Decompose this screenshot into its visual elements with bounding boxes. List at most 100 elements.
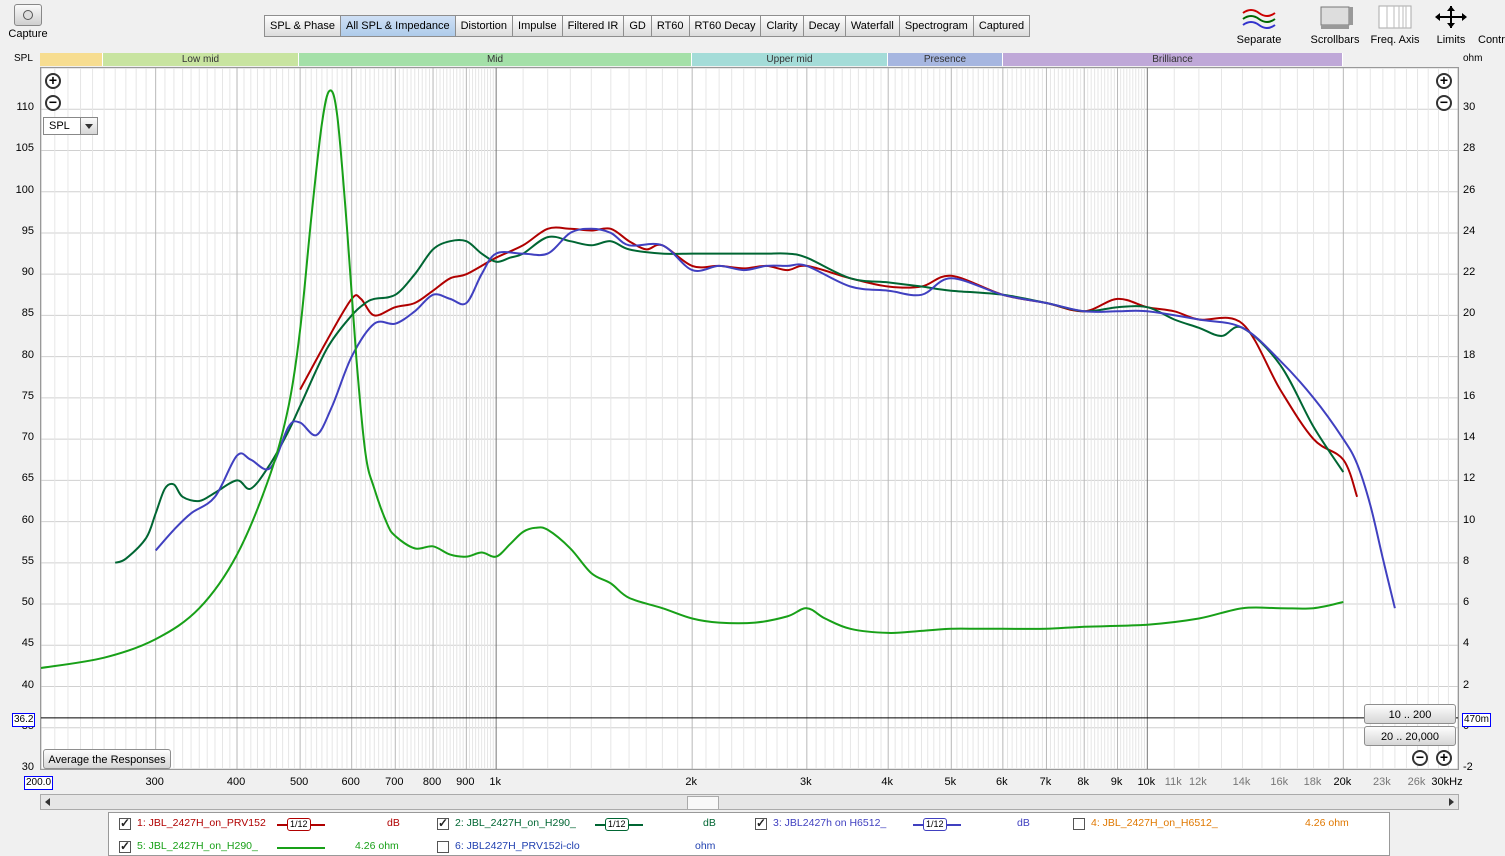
freq-axis-icon — [1368, 4, 1422, 30]
limits-button[interactable]: Limits — [1430, 4, 1472, 46]
x-tick-label: 5k — [944, 776, 957, 788]
plot-area[interactable] — [40, 67, 1459, 770]
scroll-right-icon[interactable] — [1449, 798, 1454, 806]
zoom-in-right-icon[interactable]: + — [1436, 73, 1452, 89]
x-tick-label: 400 — [226, 776, 246, 788]
tab-filtered-ir[interactable]: Filtered IR — [561, 15, 625, 37]
x-tick-label: 4k — [881, 776, 893, 788]
y2-tick-label: 28 — [1463, 142, 1476, 155]
y2-tick-label: 30 — [1463, 101, 1476, 114]
left-axis-title: SPL — [14, 53, 33, 64]
average-responses-button[interactable]: Average the Responses — [43, 749, 171, 769]
legend-unit-3: dB — [1017, 817, 1030, 829]
y2-tick-label: 8 — [1463, 554, 1470, 567]
left-cursor-value: 36.2 — [12, 713, 36, 727]
range-10-200-button[interactable]: 10 .. 200 — [1364, 704, 1456, 724]
scrollbars-label: Scrollbars — [1310, 34, 1360, 46]
series-line-2 — [114, 235, 1345, 564]
legend-checkbox-3[interactable] — [755, 816, 767, 830]
separate-icon — [1233, 4, 1285, 30]
legend-label-3: 3: JBL2427h on H6512_ — [773, 817, 887, 829]
x-tick-label: 6k — [996, 776, 1008, 788]
zoom-out-left-icon[interactable]: − — [45, 95, 61, 111]
x-tick-label: 18k — [1303, 776, 1322, 788]
tab-captured[interactable]: Captured — [972, 15, 1031, 37]
scroll-left-icon[interactable] — [45, 798, 50, 806]
tab-spectrogram[interactable]: Spectrogram — [898, 15, 974, 37]
y2-tick-label: 6 — [1463, 596, 1470, 609]
y-tick-label: 55 — [21, 554, 34, 567]
y2-tick-label: 10 — [1463, 513, 1476, 526]
y2-tick-label: 22 — [1463, 266, 1476, 279]
tab-all-spl-impedance[interactable]: All SPL & Impedance — [340, 15, 456, 37]
x-tick-label: 16k — [1270, 776, 1289, 788]
x-tick-label: 7k — [1039, 776, 1052, 788]
x-tick-label: 26k — [1407, 776, 1426, 788]
legend-panel: 1: JBL_2427H_on_PRV152 1/12 dB 2: JBL_2427H… — [108, 812, 1390, 856]
limits-label: Limits — [1436, 34, 1466, 46]
x-tick-label: 10k — [1137, 776, 1156, 788]
scrollbars-button[interactable]: Scrollbars — [1306, 4, 1364, 46]
freq-axis-button[interactable]: Freq. Axis — [1368, 4, 1422, 46]
y-tick-label: 85 — [21, 307, 34, 320]
controls-button[interactable]: Contr — [1478, 4, 1505, 46]
tab-impulse[interactable]: Impulse — [512, 15, 563, 37]
y-tick-label: 30 — [21, 761, 34, 773]
tab-rt60[interactable]: RT60 — [650, 15, 690, 37]
legend-checkbox-1[interactable] — [119, 816, 131, 830]
y-tick-label: 50 — [21, 596, 34, 609]
band-upper-mid: Upper mid — [692, 53, 888, 66]
y-tick-label: 95 — [21, 224, 34, 237]
tab-waterfall[interactable]: Waterfall — [844, 15, 900, 37]
tab-rt60-decay[interactable]: RT60 Decay — [688, 15, 762, 37]
x-tick-label: 20k — [1333, 776, 1352, 788]
right-axis-title: ohm — [1463, 53, 1483, 64]
tab-clarity[interactable]: Clarity — [760, 15, 804, 37]
freq-axis-label: Freq. Axis — [1370, 34, 1420, 46]
y2-tick-label: 26 — [1463, 183, 1476, 196]
x-tick-label: 300 — [145, 776, 164, 788]
capture-button[interactable]: Capture — [6, 4, 50, 40]
spl-selector[interactable]: SPL — [43, 117, 98, 135]
x-tick-label: 500 — [289, 776, 309, 788]
tab-gd[interactable]: GD — [623, 15, 652, 37]
tab-decay[interactable]: Decay — [802, 15, 846, 37]
y-tick-label: 105 — [15, 142, 34, 155]
legend-swatch-5 — [277, 847, 325, 849]
y2-tick-label: 14 — [1463, 431, 1476, 444]
smoothing-badge-3[interactable]: 1/12 — [923, 818, 947, 831]
y2-tick-label: 2 — [1463, 678, 1470, 691]
legend-label-6: 6: JBL2427H_PRV152i-clo — [455, 840, 580, 852]
x-tick-label: 23k — [1372, 776, 1391, 788]
legend-checkbox-5[interactable] — [119, 839, 131, 853]
x-tick-label: 2k — [685, 776, 697, 788]
separate-button[interactable]: Separate — [1233, 4, 1285, 46]
x-tick-label: 8k — [1077, 776, 1090, 788]
right-cursor-value: 470m — [1462, 713, 1492, 727]
band-brilliance: Brilliance — [1003, 53, 1343, 66]
legend-checkbox-2[interactable] — [437, 816, 449, 830]
range-20-20000-button[interactable]: 20 .. 20,000 — [1364, 726, 1456, 746]
zoom-out-right-icon[interactable]: − — [1436, 95, 1452, 111]
smoothing-badge-2[interactable]: 1/12 — [605, 818, 629, 831]
y2-tick-label: 4 — [1463, 637, 1470, 650]
zoom-in-left-icon[interactable]: + — [45, 73, 61, 89]
chevron-down-icon[interactable] — [80, 118, 97, 134]
legend-unit-4: 4.26 ohm — [1305, 817, 1349, 829]
legend-checkbox-4[interactable] — [1073, 818, 1085, 830]
legend-checkbox-6[interactable] — [437, 841, 449, 853]
tab-distortion[interactable]: Distortion — [454, 15, 514, 37]
controls-label: Contr — [1478, 34, 1505, 46]
zoom-in-x-icon[interactable]: + — [1436, 750, 1452, 766]
y-tick-label: 80 — [21, 348, 34, 361]
smoothing-badge-1[interactable]: 1/12 — [287, 818, 311, 831]
scroll-thumb[interactable] — [687, 796, 719, 810]
tab-spl-phase[interactable]: SPL & Phase — [264, 15, 342, 37]
y-tick-label: 60 — [21, 513, 34, 526]
x-tick-label: 3k — [800, 776, 812, 788]
legend-label-2: 2: JBL_2427H_on_H290_ — [455, 817, 576, 829]
legend-label-5: 5: JBL_2427H_on_H290_ — [137, 840, 258, 852]
y2-tick-label: 24 — [1463, 224, 1476, 237]
zoom-out-x-icon[interactable]: − — [1412, 750, 1428, 766]
horizontal-scrollbar[interactable] — [40, 794, 1459, 810]
